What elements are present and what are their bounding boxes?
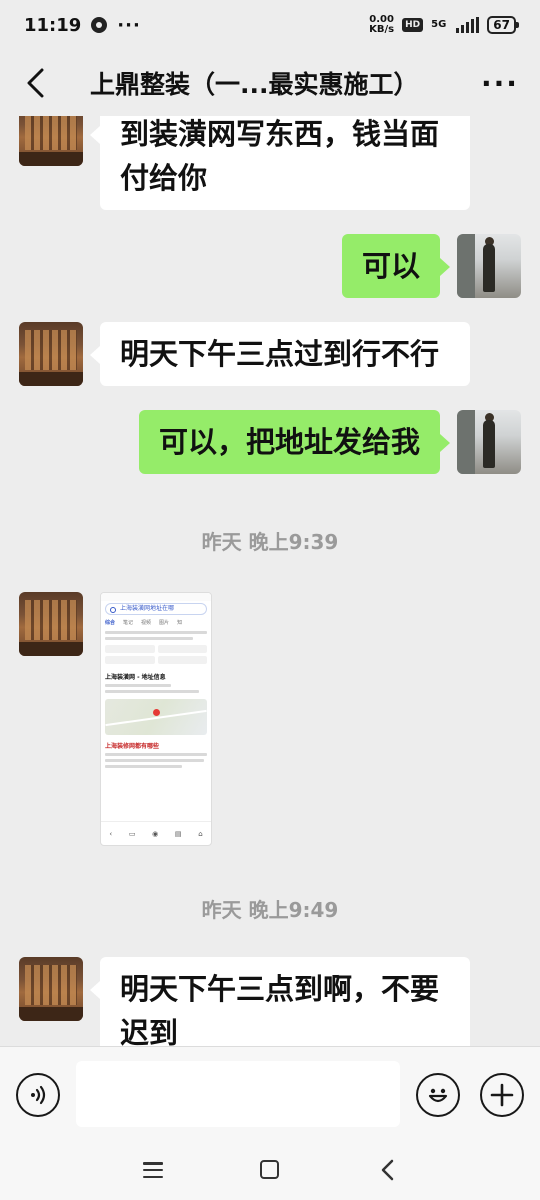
message-incoming: 到装潢网写东西，钱当面付给你 [19,116,470,210]
battery-icon: 67 [487,16,519,34]
preview-tabs: 综合 笔记 视频 图片 知 [105,620,183,626]
message-input[interactable] [76,1061,400,1127]
message-incoming-image: 上海装潢网地址在哪 综合 笔记 视频 图片 知 上海装潢网 - 地址信息 上海装… [19,592,212,846]
plus-icon [490,1083,514,1107]
contact-avatar[interactable] [19,592,83,656]
voice-input-button[interactable] [16,1073,60,1117]
contact-avatar[interactable] [19,116,83,166]
contact-avatar[interactable] [19,957,83,1021]
message-bubble[interactable]: 可以 [341,234,451,298]
back-button[interactable] [0,50,70,116]
signal-icon [456,17,480,33]
message-bubble[interactable]: 可以，把地址发给我 [138,410,451,474]
more-functions-button[interactable] [480,1073,524,1117]
preview-red-title: 上海装修网都有哪些 [105,743,160,750]
network-type: 5G [431,19,447,30]
status-time: 11:19 [24,14,82,36]
timestamp: 昨天 晚上9:49 [201,898,339,922]
net-speed: 0.00 KB/s [369,14,395,35]
input-bar [0,1046,540,1142]
hd-badge: HD [402,18,424,32]
status-bar: 11:19 ··· 0.00 KB/s HD 5G 67 [0,0,540,50]
system-back-button[interactable] [378,1158,396,1182]
message-incoming: 明天下午三点到啊，不要迟到 [19,957,470,1046]
my-avatar[interactable] [457,234,521,298]
my-avatar[interactable] [457,410,521,474]
tiktok-notification-icon [91,17,108,33]
voice-icon [31,1085,46,1105]
message-outgoing: 可以，把地址发给我 [138,410,521,474]
preview-search-bar: 上海装潢网地址在哪 [105,603,207,615]
preview-map [105,699,207,735]
message-bubble[interactable]: 明天下午三点到啊，不要迟到 [90,957,470,1046]
screenshot-image[interactable]: 上海装潢网地址在哪 综合 笔记 视频 图片 知 上海装潢网 - 地址信息 上海装… [100,592,212,846]
timestamp: 昨天 晚上9:39 [201,530,339,554]
chevron-left-icon [27,68,44,98]
system-nav-bar [0,1142,540,1200]
contact-avatar[interactable] [19,322,83,386]
message-incoming: 明天下午三点过到行不行 [19,322,470,386]
chat-header: 上鼎整装（一...最实惠施工） ··· [0,50,540,116]
message-bubble[interactable]: 到装潢网写东西，钱当面付给你 [90,116,470,210]
more-options-button[interactable]: ··· [460,50,540,116]
recent-apps-button[interactable] [143,1162,163,1178]
preview-nav: ‹ ▭ ◉ ▤ ⌂ [101,821,211,845]
message-bubble[interactable]: 明天下午三点过到行不行 [90,322,470,386]
home-button[interactable] [260,1160,279,1179]
chat-messages[interactable]: 到装潢网写东西，钱当面付给你 可以 明天下午三点过到行不行 可以，把地址发给我 … [0,116,540,1046]
chat-title: 上鼎整装（一...最实惠施工） [90,70,419,99]
emoji-icon [428,1088,448,1103]
preview-result-title: 上海装潢网 - 地址信息 [105,674,166,681]
message-outgoing: 可以 [341,234,521,298]
status-more-icon: ··· [117,14,141,36]
emoji-button[interactable] [416,1073,460,1117]
